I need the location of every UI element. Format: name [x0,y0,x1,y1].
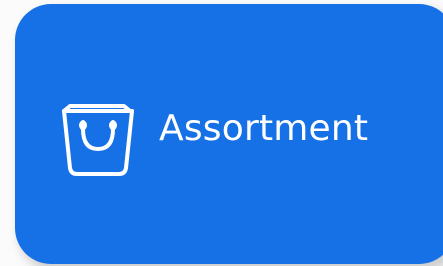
card-label: Assortment [159,108,369,149]
shopping-bag-icon [62,104,134,176]
page: Assortment [0,0,443,266]
assortment-card[interactable]: Assortment [15,4,443,264]
